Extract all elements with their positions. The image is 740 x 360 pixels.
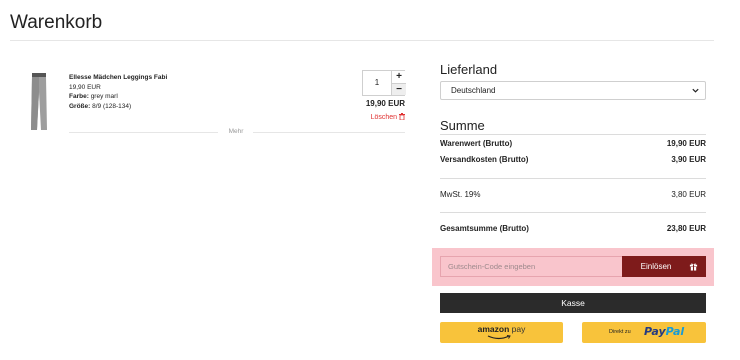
product-size: Größe: 8/9 (128-134) [69,102,167,112]
title-divider [10,40,714,41]
color-value: grey marl [90,93,118,100]
quantity-increase-button[interactable]: + [392,71,406,83]
chevron-down-icon [692,88,699,93]
redeem-voucher-button[interactable]: Einlösen [622,256,706,277]
amazon-smile-icon [487,335,511,340]
redeem-label: Einlösen [640,262,672,271]
product-unit-price: 19,90 EUR [69,83,101,91]
paypal-logo-pay: Pay [644,325,666,338]
goods-value: 19,90 EUR [666,139,706,148]
delete-link[interactable]: Löschen [340,113,405,121]
amazon-brand: amazon [477,324,510,334]
paypal-prefix: Direkt zu [609,329,631,335]
paypal-logo-pal: Pal [665,325,685,338]
vat-value: 3,80 EUR [671,190,706,199]
delete-label: Löschen [370,114,398,121]
amazon-pay-button[interactable]: amazon pay [440,322,563,343]
page-title: Warenkorb [10,12,103,33]
more-divider-right [253,132,405,133]
checkout-button[interactable]: Kasse [440,293,706,313]
color-label: Farbe: [69,93,89,100]
shipping-cost-value: 3,90 EUR [671,155,706,164]
vat-label: MwSt. 19% [440,190,481,199]
size-label: Größe: [69,102,91,110]
product-color: Farbe: grey marl [69,92,167,102]
shipping-title: Lieferland [440,62,498,77]
more-divider-left [69,132,218,133]
line-total: 19,90 EUR [365,99,405,108]
quantity-decrease-button[interactable]: − [392,83,406,95]
summary-divider-bottom [440,212,706,213]
summary-divider-top [440,134,706,135]
product-name[interactable]: Ellesse Mädchen Leggings Fabi [69,73,167,83]
total-value: 23,80 EUR [666,224,706,233]
summary-divider-middle [440,178,706,179]
quantity-buttons: + − [391,71,406,95]
product-info: Ellesse Mädchen Leggings Fabi 19,90 EUR … [69,73,167,111]
gift-icon [689,263,698,271]
quantity-stepper: 1 + − [362,70,406,96]
size-value: 8/9 (128-134) [92,102,132,110]
total-label: Gesamtsumme (Brutto) [440,224,529,233]
country-selected-value: Deutschland [451,86,496,95]
amazon-pay-logo: amazon pay [440,324,563,334]
paypal-button[interactable]: Direkt zu PayPal [582,322,706,343]
country-select[interactable]: Deutschland [440,81,706,100]
goods-label: Warenwert (Brutto) [440,139,513,148]
trash-icon [399,113,405,121]
shipping-cost-label: Versandkosten (Brutto) [440,155,529,164]
more-toggle[interactable]: Mehr [222,128,250,135]
quantity-input[interactable]: 1 [363,71,391,95]
paypal-logo: PayPal [644,325,684,338]
amazon-pay-suffix: pay [511,324,526,334]
summary-title: Summe [440,118,485,133]
voucher-code-input[interactable]: Gutschein-Code eingeben [440,256,623,277]
leggings-image [31,73,47,130]
product-image[interactable] [26,72,52,132]
